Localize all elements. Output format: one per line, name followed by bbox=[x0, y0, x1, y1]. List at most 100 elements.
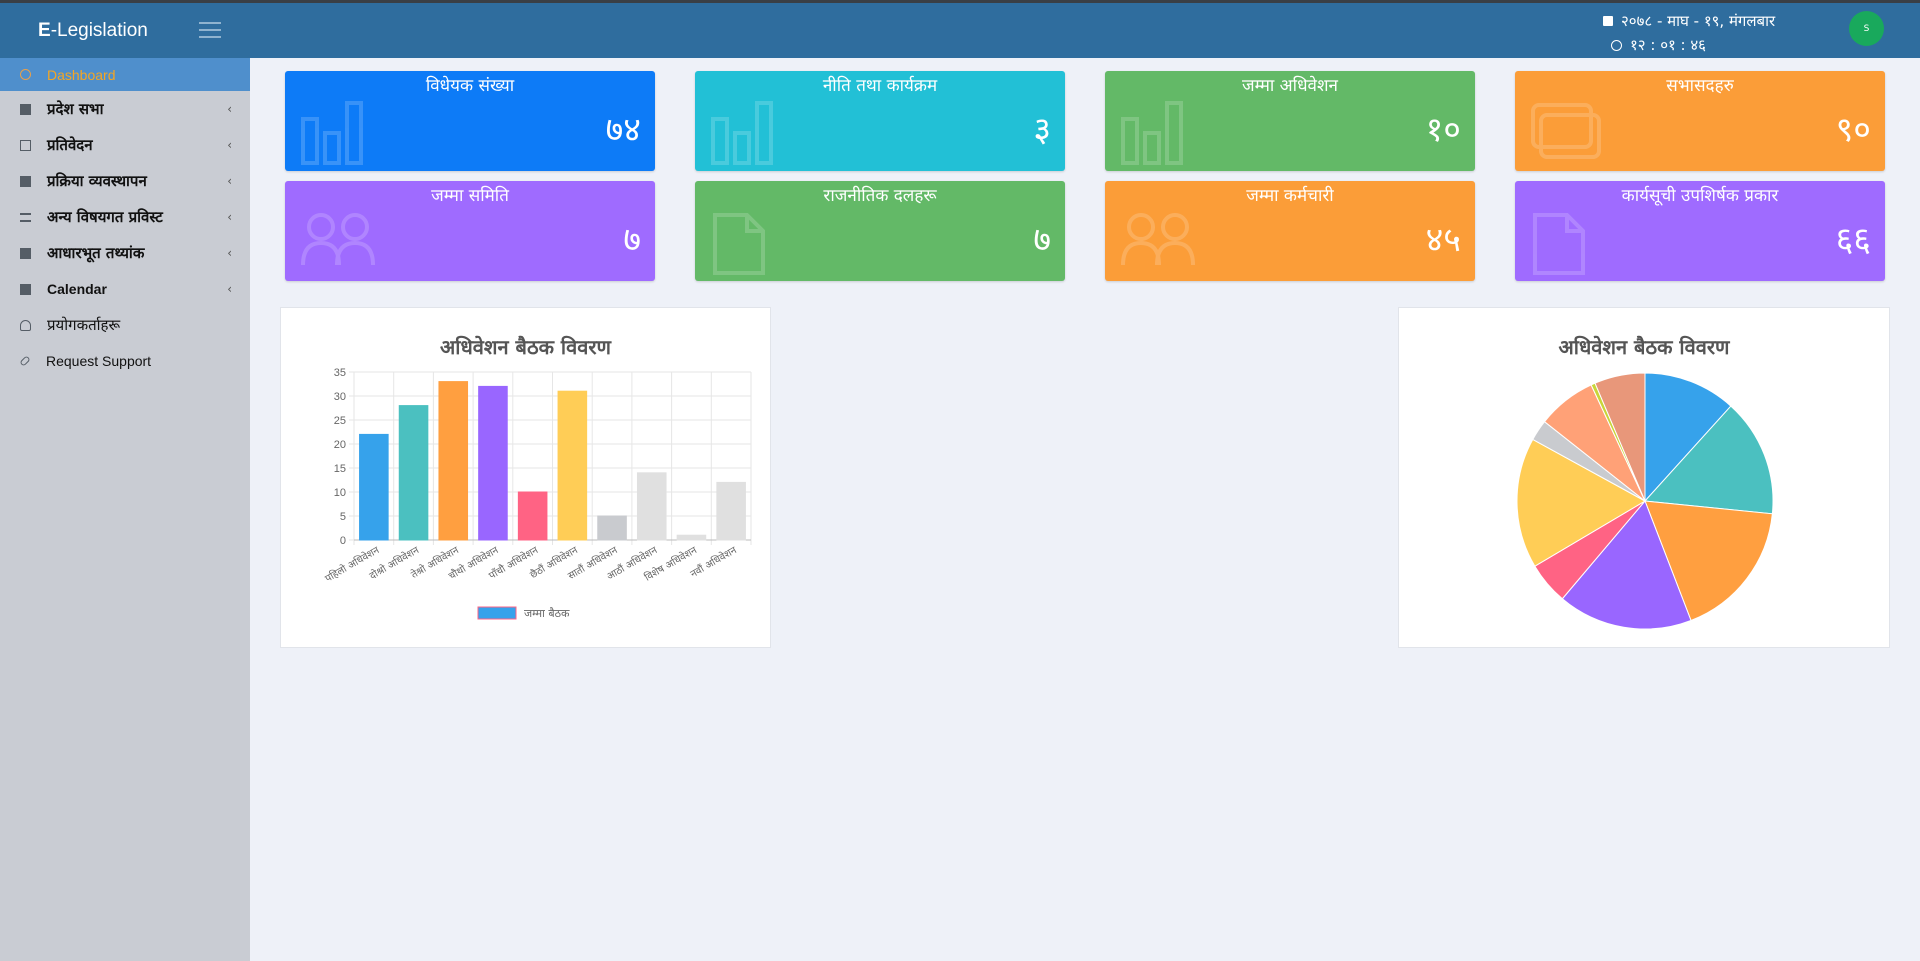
y-tick-label: 5 bbox=[340, 511, 346, 523]
square-icon bbox=[20, 247, 31, 259]
sidebar-item-label: Request Support bbox=[46, 353, 152, 369]
user-icon bbox=[20, 319, 31, 331]
date-row: २०७८ - माघ - १९, मंगलबार bbox=[1603, 9, 1775, 33]
calendar-icon bbox=[1603, 16, 1613, 26]
bar bbox=[478, 385, 508, 541]
brand-prefix: E bbox=[38, 19, 51, 41]
stat-card-employees[interactable]: जम्मा कर्मचारी ४५ bbox=[1105, 181, 1475, 281]
stat-card-committees[interactable]: जम्मा समिति ७ bbox=[285, 181, 655, 281]
bar bbox=[398, 405, 429, 541]
hamburger-line bbox=[199, 36, 221, 38]
sidebar-item-label: प्रयोगकर्ताहरू bbox=[47, 316, 121, 334]
square-icon bbox=[20, 175, 31, 187]
y-tick-label: 10 bbox=[334, 487, 346, 499]
y-tick-label: 20 bbox=[334, 439, 346, 451]
sidebar-item-label: प्रक्रिया व्यवस्थापन bbox=[47, 172, 147, 190]
chevron-left-icon: ‹ bbox=[227, 246, 232, 260]
card-value: १० bbox=[1425, 110, 1461, 150]
card-value: ७ bbox=[1033, 220, 1051, 260]
sidebar-item-anya-bishayagat[interactable]: अन्य विषयगत प्रविस्ट ‹ bbox=[0, 199, 250, 235]
hamburger-line bbox=[199, 22, 221, 24]
bar bbox=[517, 491, 548, 541]
current-date: २०७८ - माघ - १९, मंगलबार bbox=[1621, 12, 1776, 30]
sidebar: Dashboard प्रदेश सभा ‹ प्रतिवेदन ‹ प्रक्… bbox=[0, 58, 250, 961]
card-title: जम्मा कर्मचारी bbox=[1246, 186, 1334, 206]
avatar-initial: S bbox=[1863, 23, 1870, 34]
legend-label: जम्मा बैठक bbox=[524, 607, 570, 620]
bar-chart-icon bbox=[711, 101, 773, 165]
card-value: ६६ bbox=[1835, 220, 1871, 260]
sidebar-item-aadharbhut-tathyank[interactable]: आधारभूत तथ्यांक ‹ bbox=[0, 235, 250, 271]
sidebar-item-label: Dashboard bbox=[47, 66, 116, 83]
sidebar-item-label: Calendar bbox=[47, 281, 107, 297]
bar bbox=[597, 515, 627, 541]
bar-chart-icon bbox=[1121, 101, 1183, 165]
stat-card-sessions[interactable]: जम्मा अधिवेशन १० bbox=[1105, 71, 1475, 171]
stat-card-policy-programs[interactable]: नीति तथा कार्यक्रम ३ bbox=[695, 71, 1065, 171]
user-avatar[interactable]: S bbox=[1849, 11, 1884, 46]
file-icon bbox=[1533, 213, 1585, 275]
card-value: ७ bbox=[623, 220, 641, 260]
bar bbox=[557, 390, 588, 541]
sidebar-toggle-button[interactable] bbox=[199, 22, 221, 38]
sidebar-item-label: आधारभूत तथ्यांक bbox=[47, 244, 145, 262]
list-icon bbox=[20, 212, 31, 222]
time-row: १२ : ०१ : ४६ bbox=[1603, 33, 1775, 57]
card-title: विधेयक संख्या bbox=[425, 76, 515, 96]
card-title: कार्यसूची उपशिर्षक प्रकार bbox=[1621, 186, 1779, 206]
current-time: १२ : ०१ : ४६ bbox=[1630, 36, 1706, 54]
y-tick-label: 35 bbox=[334, 367, 346, 379]
sidebar-item-request-support[interactable]: Request Support bbox=[0, 343, 250, 379]
bar-chart-panel: अधिवेशन बैठक विवरण 0 5 10 15 20 25 30 35 पहिलो अ… bbox=[280, 307, 771, 648]
bar bbox=[438, 381, 469, 541]
link-icon bbox=[19, 355, 31, 367]
card-title: नीति तथा कार्यक्रम bbox=[822, 76, 938, 96]
dashboard-icon bbox=[20, 69, 31, 80]
users-icon bbox=[301, 213, 375, 266]
chevron-left-icon: ‹ bbox=[227, 102, 232, 116]
card-value: ४५ bbox=[1425, 220, 1461, 260]
card-value: ७४ bbox=[605, 110, 641, 150]
y-tick-label: 25 bbox=[334, 415, 346, 427]
brand-name: -Legislation bbox=[50, 19, 148, 41]
legend-swatch bbox=[477, 606, 517, 620]
y-tick-label: 0 bbox=[340, 535, 346, 547]
bar bbox=[676, 534, 707, 541]
card-title: जम्मा अधिवेशन bbox=[1242, 76, 1338, 96]
square-icon bbox=[20, 283, 31, 295]
stat-card-political-parties[interactable]: राजनीतिक दलहरू ७ bbox=[695, 181, 1065, 281]
chevron-left-icon: ‹ bbox=[227, 138, 232, 152]
sidebar-item-label: अन्य विषयगत प्रविस्ट bbox=[47, 208, 163, 226]
bar bbox=[636, 472, 667, 541]
book-icon bbox=[20, 139, 31, 151]
y-tick-label: 30 bbox=[334, 391, 346, 403]
pie-chart bbox=[1516, 372, 1774, 630]
users-icon bbox=[1121, 213, 1195, 266]
stat-card-bills[interactable]: विधेयक संख्या ७४ bbox=[285, 71, 655, 171]
folder-icon bbox=[1531, 103, 1601, 159]
sidebar-item-label: प्रतिवेदन bbox=[47, 136, 93, 154]
sidebar-item-users[interactable]: प्रयोगकर्ताहरू bbox=[0, 307, 250, 343]
sidebar-item-pradesh-sabha[interactable]: प्रदेश सभा ‹ bbox=[0, 91, 250, 127]
sidebar-item-label: प्रदेश सभा bbox=[47, 100, 104, 118]
chevron-left-icon: ‹ bbox=[227, 282, 232, 296]
card-title: जम्मा समिति bbox=[431, 186, 509, 206]
y-tick-label: 15 bbox=[334, 463, 346, 475]
square-icon bbox=[20, 103, 31, 115]
top-navbar: E -Legislation २०७८ - माघ - १९, मंगलबार १… bbox=[0, 0, 1920, 58]
sidebar-item-calendar[interactable]: Calendar ‹ bbox=[0, 271, 250, 307]
sidebar-item-pratibedan[interactable]: प्रतिवेदन ‹ bbox=[0, 127, 250, 163]
sidebar-item-prakriya-byabasthapan[interactable]: प्रक्रिया व्यवस्थापन ‹ bbox=[0, 163, 250, 199]
pie-chart-panel: अधिवेशन बैठक विवरण bbox=[1398, 307, 1890, 648]
stat-card-agenda-subheadings[interactable]: कार्यसूची उपशिर्षक प्रकार ६६ bbox=[1515, 181, 1885, 281]
hamburger-line bbox=[199, 29, 221, 31]
clock-icon bbox=[1611, 39, 1622, 51]
chevron-left-icon: ‹ bbox=[227, 174, 232, 188]
card-value: ९० bbox=[1835, 110, 1871, 150]
chevron-left-icon: ‹ bbox=[227, 210, 232, 224]
card-title: सभासदहरु bbox=[1666, 76, 1734, 96]
sidebar-item-dashboard[interactable]: Dashboard bbox=[0, 58, 250, 91]
date-time-display: २०७८ - माघ - १९, मंगलबार १२ : ०१ : ४६ bbox=[1603, 9, 1775, 57]
bar-chart-icon bbox=[301, 101, 363, 165]
stat-card-members[interactable]: सभासदहरु ९० bbox=[1515, 71, 1885, 171]
